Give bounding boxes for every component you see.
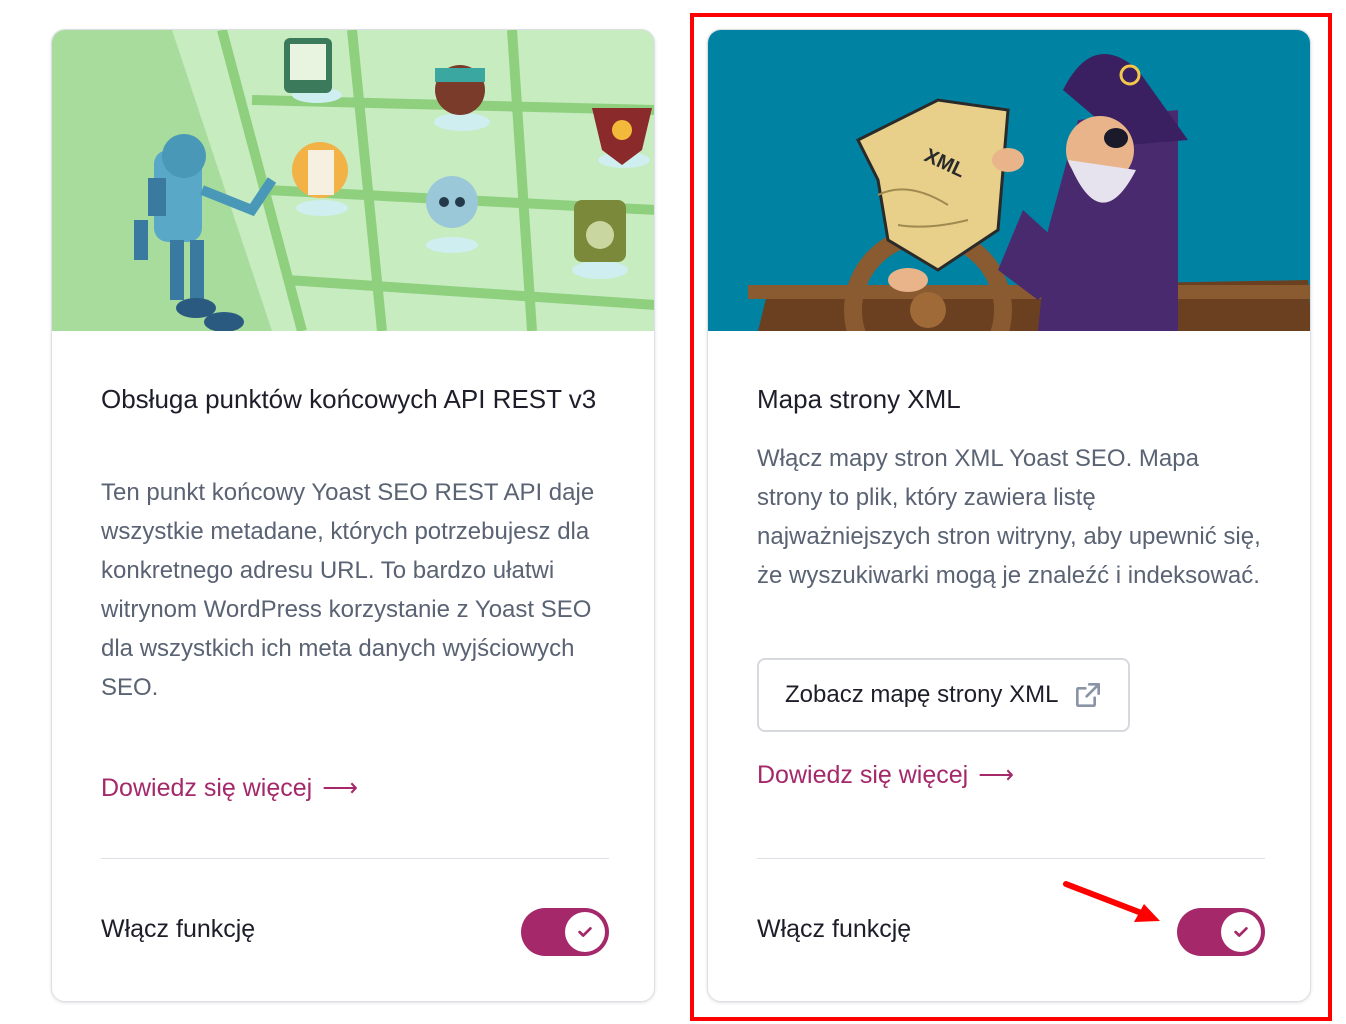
card-title: Obsługa punktów końcowych API REST v3 [101, 384, 597, 414]
view-sitemap-label: Zobacz mapę strony XML [785, 681, 1059, 708]
learn-more-label: Dowiedz się więcej [757, 760, 969, 789]
checkmark-icon [578, 927, 592, 937]
pirate-map-illustration: XML [708, 30, 1310, 331]
learn-more-link[interactable]: Dowiedz się więcej ⟶ [101, 773, 358, 803]
enable-feature-toggle[interactable] [521, 908, 609, 956]
enable-feature-toggle[interactable] [1177, 908, 1265, 956]
toggle-knob [565, 912, 605, 952]
view-xml-sitemap-button[interactable]: Zobacz mapę strony XML [757, 658, 1131, 732]
card-description: Ten punkt końcowy Yoast SEO REST API daj… [101, 479, 595, 701]
robots-shelf-illustration [52, 30, 654, 331]
toggle-knob [1221, 912, 1261, 952]
divider [101, 858, 609, 859]
learn-more-link[interactable]: Dowiedz się więcej ⟶ [757, 760, 1014, 790]
card-title: Mapa strony XML [757, 384, 961, 414]
card-description: Włącz mapy stron XML Yoast SEO. Mapa str… [757, 445, 1261, 589]
annotation-arrow-icon [1063, 881, 1160, 922]
rest-api-feature-card: Obsługa punktów końcowych API REST v3 Te… [51, 29, 655, 1002]
enable-feature-label: Włącz funkcję [757, 915, 912, 943]
checkmark-icon [1234, 927, 1248, 937]
xml-sitemap-feature-card: XML Mapa strony XML Włącz mapy stron XML… [707, 29, 1311, 1002]
arrow-right-icon: ⟶ [978, 761, 1015, 789]
learn-more-label: Dowiedz się więcej [101, 773, 313, 802]
external-link-icon [1076, 683, 1101, 707]
enable-feature-label: Włącz funkcję [101, 915, 256, 943]
divider [757, 858, 1265, 859]
arrow-right-icon: ⟶ [322, 774, 359, 802]
